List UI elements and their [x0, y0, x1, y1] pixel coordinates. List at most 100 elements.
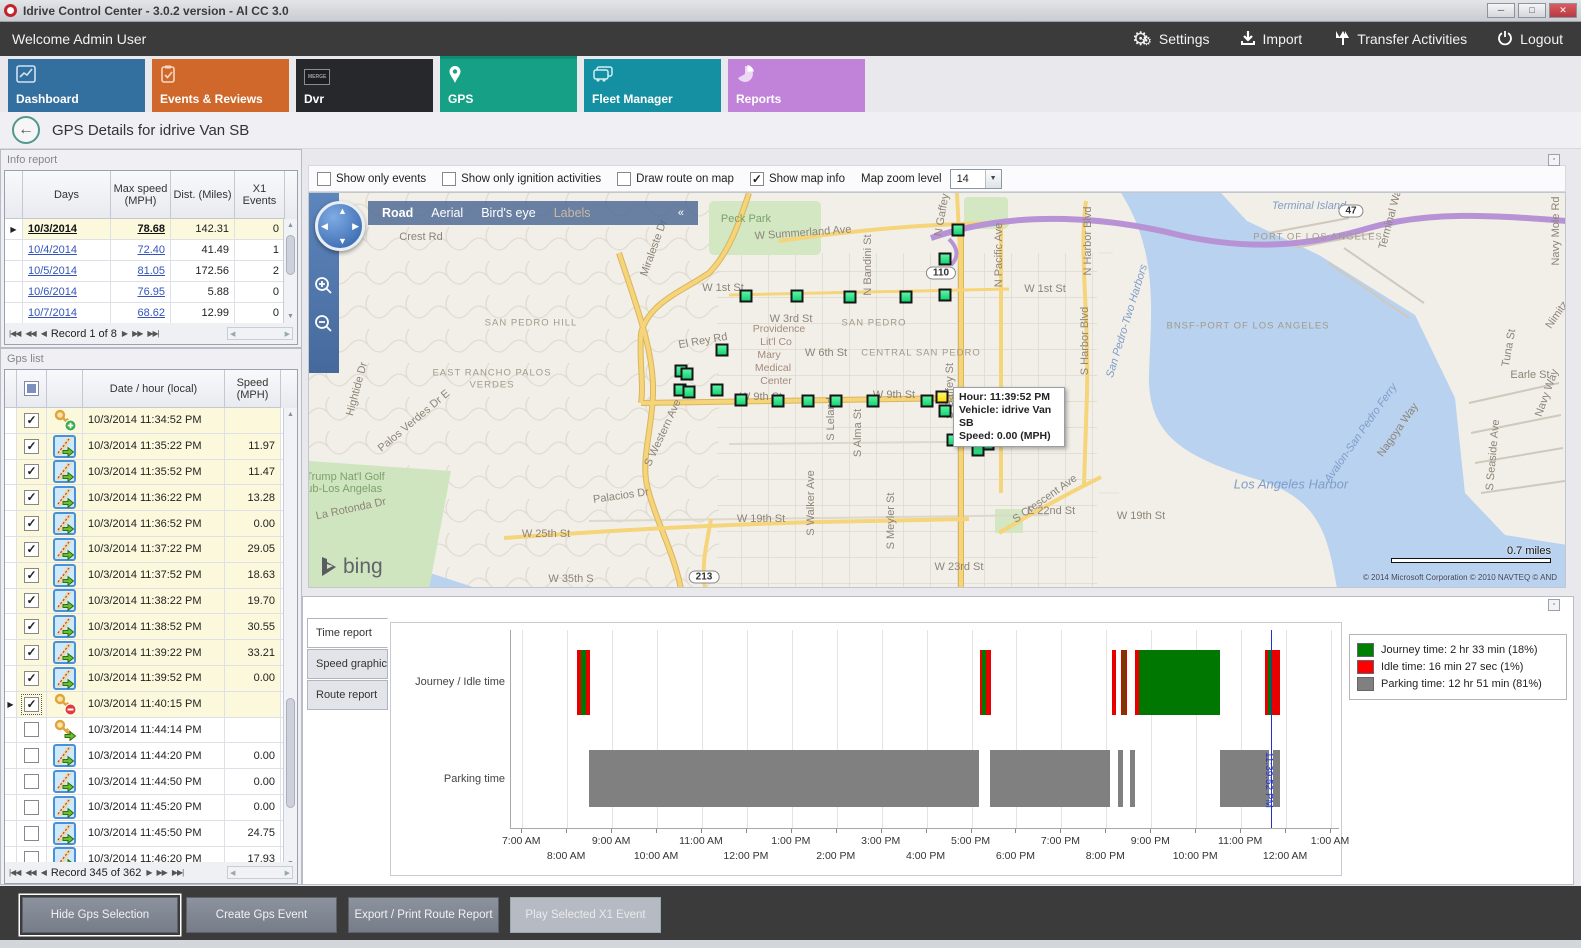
row-checkbox[interactable] [24, 774, 39, 789]
map-marker[interactable] [900, 291, 913, 304]
pager-hscrollbar[interactable]: ◀▶ [227, 327, 293, 340]
map-marker[interactable] [711, 384, 724, 397]
row-checkbox[interactable]: ✓ [24, 593, 39, 608]
map-marker[interactable] [681, 368, 694, 381]
row-checkbox[interactable]: ✓ [24, 697, 39, 712]
max-speed-link[interactable]: 78.68 [137, 223, 165, 235]
gps-list-row[interactable]: ✓10/3/2014 11:38:22 PM19.70 [5, 589, 297, 615]
row-checkbox[interactable]: ✓ [24, 568, 39, 583]
show-only-ignition-checkbox[interactable]: Show only ignition activities [442, 172, 601, 186]
map-marker-selected[interactable] [936, 391, 949, 404]
map-type-aerial[interactable]: Aerial [431, 206, 463, 220]
pan-up-icon[interactable]: ▲ [338, 206, 347, 216]
map-marker[interactable] [952, 224, 965, 237]
gps-list-row[interactable]: ✓10/3/2014 11:36:52 PM0.00 [5, 511, 297, 537]
row-checkbox[interactable]: ✓ [24, 413, 39, 428]
info-report-row[interactable]: 10/4/201472.4041.491 [5, 240, 297, 261]
map-marker[interactable] [740, 290, 753, 303]
pager-next-page-button[interactable]: ▶▶ [132, 329, 142, 338]
gps-list-row[interactable]: ✓10/3/2014 11:35:52 PM11.47 [5, 460, 297, 486]
tab-dashboard[interactable]: Dashboard [8, 59, 145, 112]
settings-button[interactable]: ⚙⚙ Settings [1132, 30, 1209, 49]
map-marker[interactable] [844, 291, 857, 304]
row-checkbox[interactable]: ✓ [24, 645, 39, 660]
row-checkbox[interactable]: ✓ [24, 542, 39, 557]
map-marker[interactable] [867, 395, 880, 408]
gps-list-row[interactable]: 10/3/2014 11:45:50 PM24.75 [5, 821, 297, 847]
tab-gps[interactable]: GPS [440, 59, 577, 112]
select-all-checkbox[interactable] [17, 370, 47, 408]
pan-left-icon[interactable]: ◀ [321, 221, 328, 232]
gps-list-row[interactable]: ✓10/3/2014 11:37:22 PM29.05 [5, 537, 297, 563]
max-speed-link[interactable]: 81.05 [137, 265, 165, 277]
import-button[interactable]: Import [1240, 30, 1303, 49]
chart-tab-time-report[interactable]: Time report [307, 618, 388, 648]
row-checkbox[interactable]: ✓ [24, 619, 39, 634]
row-checkbox[interactable] [24, 800, 39, 815]
back-button[interactable]: ← [12, 116, 40, 144]
info-report-row[interactable]: 10/6/201476.955.880 [5, 282, 297, 303]
map-marker[interactable] [791, 290, 804, 303]
map-compass-control[interactable]: ▲ ▼ ◀ ▶ [315, 201, 365, 251]
info-report-row[interactable]: ▶10/3/201478.68142.310 [5, 219, 297, 240]
row-checkbox[interactable]: ✓ [24, 439, 39, 454]
pager-first-button[interactable]: |◀◀ [9, 868, 20, 877]
chart-tab-speed-graphic[interactable]: Speed graphic [307, 649, 388, 679]
map-marker[interactable] [921, 395, 934, 408]
map-zoom-out-button[interactable] [313, 313, 335, 335]
chart-tab-route-report[interactable]: Route report [307, 680, 388, 710]
map-type-road[interactable]: Road [382, 206, 413, 220]
row-checkbox[interactable]: ✓ [24, 490, 39, 505]
map-zoom-dropdown[interactable]: 14 ▼ [950, 169, 1002, 189]
map-zoom-in-button[interactable] [313, 275, 335, 297]
map-marker[interactable] [939, 289, 952, 302]
map-marker[interactable] [683, 386, 696, 399]
pager-hscrollbar[interactable]: ◀▶ [227, 866, 293, 879]
max-speed-link[interactable]: 76.95 [137, 286, 165, 298]
show-only-events-checkbox[interactable]: Show only events [317, 172, 426, 186]
map-marker[interactable] [735, 394, 748, 407]
column-header[interactable]: Days [23, 171, 111, 219]
tab-reports[interactable]: Reports [728, 59, 865, 112]
create-gps-event-button[interactable]: Create Gps Event [186, 897, 337, 933]
max-speed-link[interactable]: 72.40 [137, 244, 165, 256]
gps-list-row[interactable]: ▶✓10/3/2014 11:40:15 PM [5, 692, 297, 718]
day-link[interactable]: 10/3/2014 [28, 223, 77, 235]
map-marker[interactable] [716, 344, 729, 357]
map-marker[interactable] [830, 395, 843, 408]
gps-list-row[interactable]: ✓10/3/2014 11:39:52 PM0.00 [5, 666, 297, 692]
tab-dvr[interactable]: MERGEDvr [296, 59, 433, 112]
column-header[interactable]: X1 Events [235, 171, 285, 219]
pager-next-button[interactable]: ▶ [146, 868, 151, 877]
map-marker[interactable] [939, 405, 952, 418]
map-marker[interactable] [939, 253, 952, 266]
export-print-route-report-button[interactable]: Export / Print Route Report [348, 897, 499, 933]
pager-last-button[interactable]: ▶▶| [147, 329, 158, 338]
gps-list-row[interactable]: 10/3/2014 11:44:20 PM0.00 [5, 743, 297, 769]
info-table-scrollbar[interactable]: ▲ ▼ [283, 219, 297, 324]
gps-list-row[interactable]: ✓10/3/2014 11:35:22 PM11.97 [5, 434, 297, 460]
gps-table-scrollbar[interactable]: ▲ ▼ [283, 408, 297, 871]
chart-panel-collapse-button[interactable]: ▫ [1548, 599, 1560, 611]
map-marker[interactable] [802, 395, 815, 408]
gps-list-row[interactable]: ✓10/3/2014 11:36:22 PM13.28 [5, 485, 297, 511]
pager-last-button[interactable]: ▶▶| [172, 868, 183, 877]
gps-list-row[interactable]: 10/3/2014 11:44:50 PM0.00 [5, 769, 297, 795]
gps-list-row[interactable]: 10/3/2014 11:44:14 PM [5, 718, 297, 744]
gps-list-row[interactable]: ✓10/3/2014 11:39:22 PM33.21 [5, 640, 297, 666]
transfer-activities-button[interactable]: Transfer Activities [1332, 29, 1467, 50]
column-header[interactable]: Dist. (Miles) [171, 171, 235, 219]
close-button[interactable]: ✕ [1549, 3, 1577, 18]
info-report-row[interactable]: 10/7/201468.6212.990 [5, 303, 297, 324]
row-checkbox[interactable] [24, 748, 39, 763]
day-link[interactable]: 10/7/2014 [28, 307, 77, 319]
gps-list-row[interactable]: ✓10/3/2014 11:34:52 PM [5, 408, 297, 434]
map-type-labels[interactable]: Labels [554, 206, 591, 220]
map-marker[interactable] [772, 395, 785, 408]
gps-list-row[interactable]: ✓10/3/2014 11:38:52 PM30.55 [5, 614, 297, 640]
map-type-birdseye[interactable]: Bird's eye [481, 206, 536, 220]
pager-next-button[interactable]: ▶ [122, 329, 127, 338]
pager-prev-button[interactable]: ◀ [41, 868, 46, 877]
pager-prev-page-button[interactable]: ◀◀ [25, 329, 35, 338]
day-link[interactable]: 10/4/2014 [28, 244, 77, 256]
